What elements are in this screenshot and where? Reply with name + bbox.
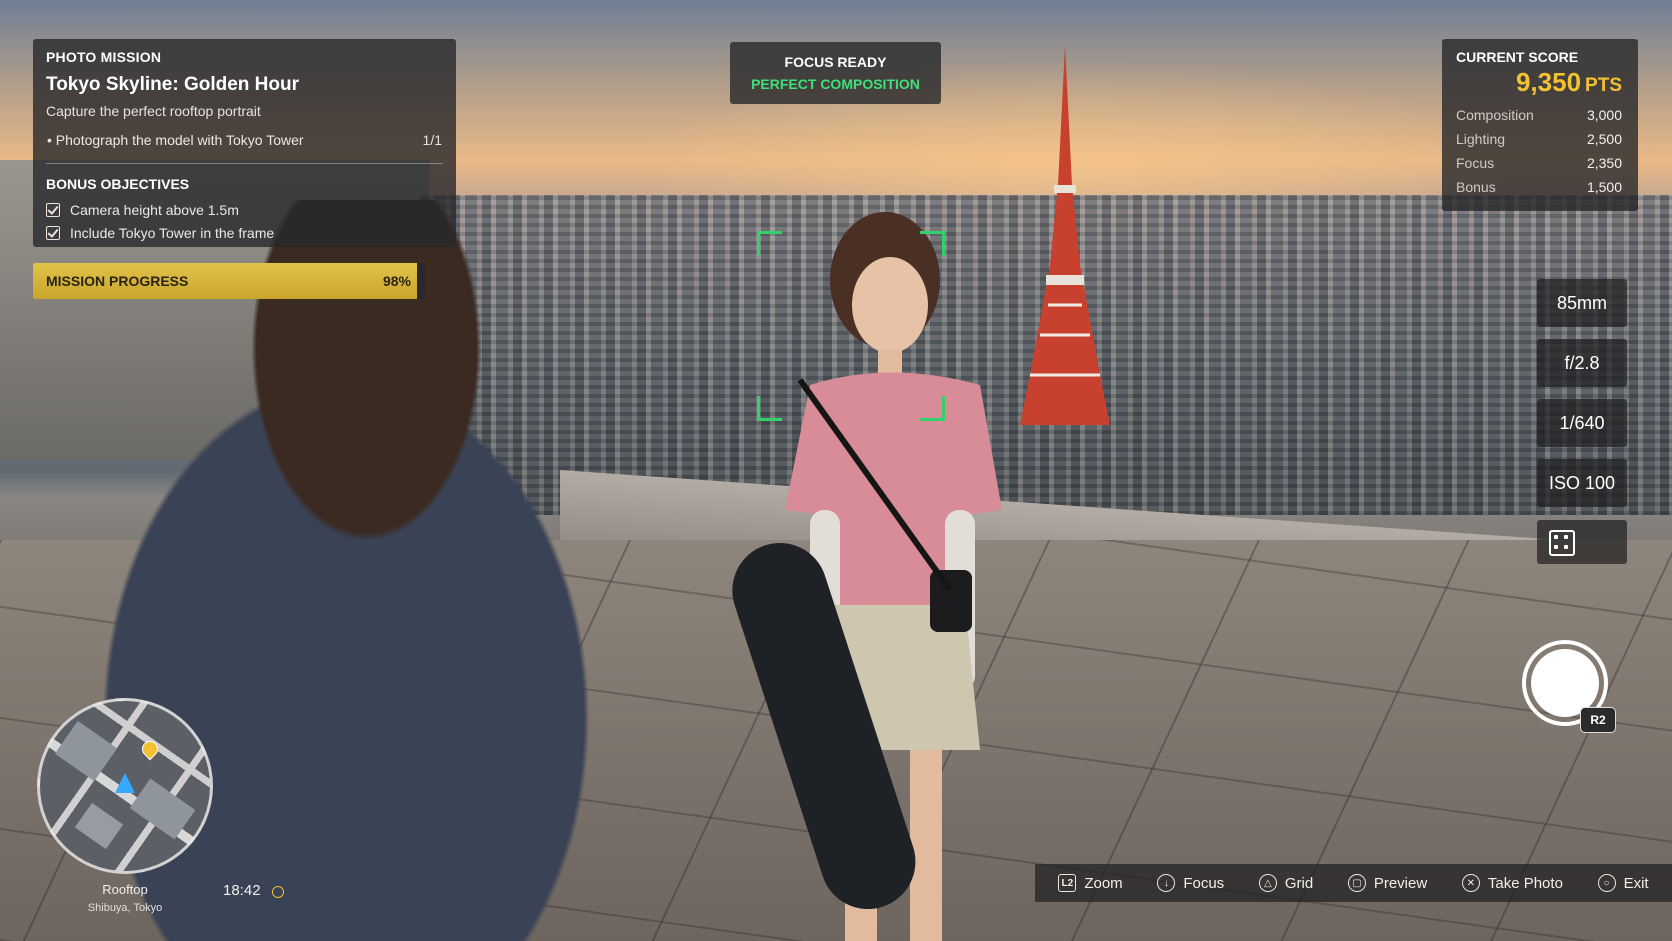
mission-progress-bar: MISSION PROGRESS 98% bbox=[33, 263, 425, 299]
control-label: Focus bbox=[1183, 874, 1225, 892]
control-label: Preview bbox=[1373, 874, 1428, 892]
controls-bar: L2 Zoom ↓ Focus △ Grid ▢ Preview ✕ Take … bbox=[1035, 864, 1672, 902]
control-label: Grid bbox=[1284, 874, 1314, 892]
score-row: Lighting 2,500 bbox=[1456, 131, 1622, 155]
mission-objective-text: Photograph the model with Tokyo Tower bbox=[55, 132, 304, 148]
score-row-label: Composition bbox=[1456, 107, 1534, 123]
control-preview[interactable]: ▢ Preview bbox=[1347, 874, 1428, 892]
focal-length-setting[interactable]: 85mm bbox=[1537, 279, 1627, 327]
checkbox-checked-icon bbox=[46, 202, 60, 217]
control-zoom[interactable]: L2 Zoom bbox=[1058, 874, 1123, 892]
focus-bracket-top-left bbox=[757, 231, 782, 256]
score-total-value: 9,350 bbox=[1515, 67, 1582, 97]
control-grid[interactable]: △ Grid bbox=[1258, 874, 1314, 892]
dpad-down-icon: ↓ bbox=[1157, 874, 1176, 892]
bonus-objective-item: Camera height above 1.5m bbox=[46, 198, 274, 221]
score-row-value: 3,000 bbox=[1586, 107, 1622, 123]
photo-mission-panel: PHOTO MISSION Tokyo Skyline: Golden Hour… bbox=[33, 39, 456, 247]
focus-bracket-bottom-right bbox=[920, 396, 945, 421]
circle-button-icon: ○ bbox=[1597, 874, 1616, 892]
score-row-label: Focus bbox=[1456, 155, 1495, 171]
mission-progress-percent: 98% bbox=[382, 273, 411, 289]
score-row-value: 2,350 bbox=[1586, 155, 1622, 171]
checkbox-checked-icon bbox=[46, 225, 60, 240]
location-name: Rooftop bbox=[102, 882, 148, 897]
composition-status-text: PERFECT COMPOSITION bbox=[751, 76, 920, 92]
aperture-setting[interactable]: f/2.8 bbox=[1537, 339, 1627, 387]
bonus-objective-item: Include Tokyo Tower in the frame bbox=[46, 221, 274, 244]
r2-button-hint: R2 bbox=[1580, 707, 1616, 733]
control-exit[interactable]: ○ Exit bbox=[1597, 874, 1649, 892]
sun-icon bbox=[272, 886, 284, 898]
triangle-button-icon: △ bbox=[1258, 874, 1277, 892]
iso-setting[interactable]: ISO 100 bbox=[1537, 459, 1627, 507]
bonus-objective-text: Include Tokyo Tower in the frame bbox=[70, 224, 275, 241]
mission-title: Tokyo Skyline: Golden Hour bbox=[46, 74, 300, 95]
mission-objective-count: 1/1 bbox=[422, 132, 442, 148]
score-row: Composition 3,000 bbox=[1456, 107, 1622, 131]
map-building bbox=[54, 720, 118, 782]
bonus-objective-text: Camera height above 1.5m bbox=[70, 201, 239, 218]
control-label: Exit bbox=[1623, 874, 1649, 892]
score-row-value: 2,500 bbox=[1586, 131, 1622, 147]
bonus-objectives-header: BONUS OBJECTIVES bbox=[46, 176, 190, 192]
score-row: Focus 2,350 bbox=[1456, 155, 1622, 179]
mission-subtitle: Capture the perfect rooftop portrait bbox=[46, 103, 261, 119]
mission-divider bbox=[46, 163, 443, 164]
frame-grid-button[interactable] bbox=[1537, 520, 1627, 564]
focus-ready-text: FOCUS READY bbox=[784, 54, 887, 70]
frame-grid-icon bbox=[1549, 530, 1575, 556]
score-total: 9,350 PTS bbox=[1516, 67, 1622, 98]
score-row-value: 1,500 bbox=[1586, 179, 1622, 195]
player-arrow-icon bbox=[115, 773, 135, 793]
focus-status-panel: FOCUS READY PERFECT COMPOSITION bbox=[730, 42, 941, 104]
location-area: Shibuya, Tokyo bbox=[87, 902, 163, 914]
map-building bbox=[74, 802, 124, 850]
control-focus[interactable]: ↓ Focus bbox=[1157, 874, 1224, 892]
minimap[interactable] bbox=[37, 698, 213, 874]
map-objective-pin-icon bbox=[138, 737, 162, 761]
focus-bracket-bottom-left bbox=[757, 396, 782, 421]
square-button-icon: ▢ bbox=[1347, 874, 1366, 892]
score-row-label: Lighting bbox=[1456, 131, 1506, 147]
l2-button-icon: L2 bbox=[1058, 874, 1077, 892]
current-score-panel: CURRENT SCORE 9,350 PTS Composition 3,000 … bbox=[1442, 39, 1638, 211]
shutter-speed-setting[interactable]: 1/640 bbox=[1537, 399, 1627, 447]
bonus-objectives-list: Camera height above 1.5m Include Tokyo T… bbox=[46, 198, 274, 244]
score-header: CURRENT SCORE bbox=[1456, 49, 1579, 65]
score-row: Bonus 1,500 bbox=[1456, 179, 1622, 203]
mission-objective: • Photograph the model with Tokyo Tower bbox=[47, 132, 304, 148]
score-breakdown: Composition 3,000 Lighting 2,500 Focus 2,35… bbox=[1456, 107, 1622, 203]
mission-progress-label: MISSION PROGRESS bbox=[46, 273, 189, 289]
control-label: Take Photo bbox=[1487, 874, 1563, 892]
game-time: 18:42 bbox=[223, 882, 261, 899]
mission-header: PHOTO MISSION bbox=[46, 49, 162, 65]
score-unit: PTS bbox=[1585, 75, 1622, 96]
map-building bbox=[129, 778, 196, 840]
control-label: Zoom bbox=[1084, 874, 1123, 892]
cross-button-icon: ✕ bbox=[1461, 874, 1480, 892]
control-take-photo[interactable]: ✕ Take Photo bbox=[1461, 874, 1563, 892]
score-row-label: Bonus bbox=[1456, 179, 1496, 195]
focus-bracket-top-right bbox=[920, 231, 945, 256]
